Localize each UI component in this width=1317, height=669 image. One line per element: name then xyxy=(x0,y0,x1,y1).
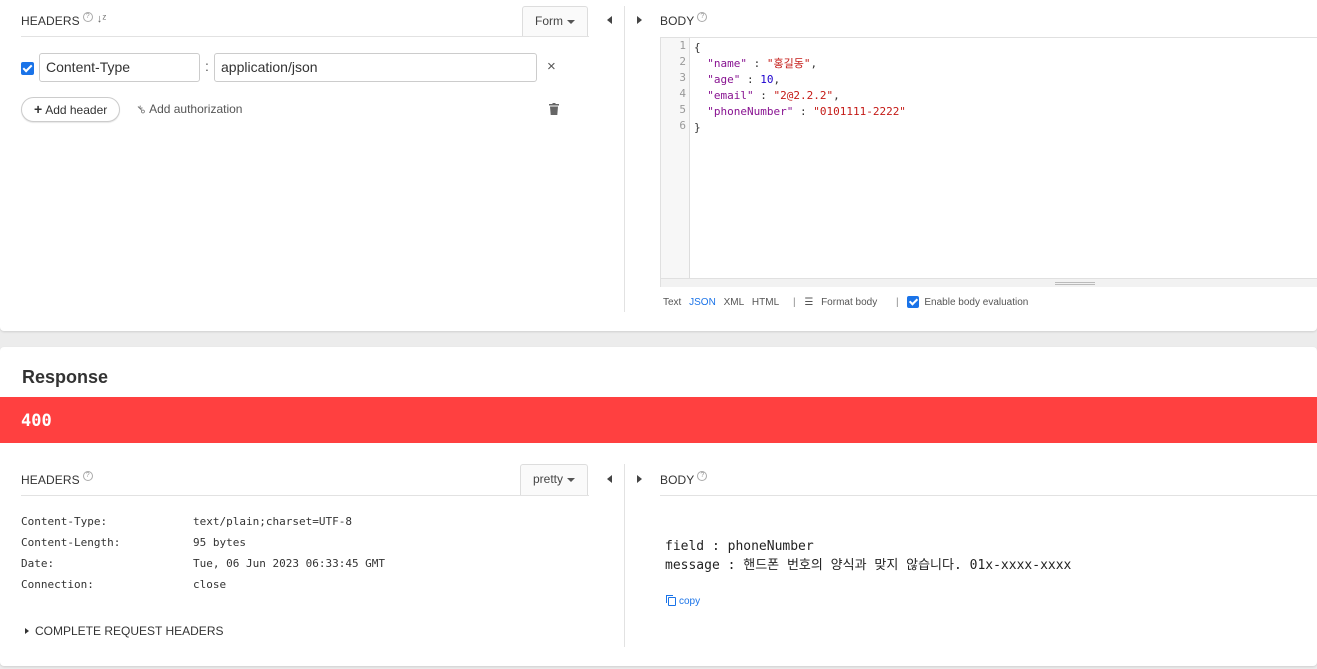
expand-right-icon[interactable] xyxy=(637,16,642,24)
line-number-gutter: 1 2 3 4 5 6 xyxy=(661,38,690,278)
plus-icon: + xyxy=(34,101,43,117)
request-panel: HEADERS? ↓ᶻ Form Content-Type : applicati… xyxy=(0,0,1317,331)
format-xml[interactable]: XML xyxy=(724,297,745,308)
format-text[interactable]: Text xyxy=(663,297,681,308)
copy-button[interactable]: copy xyxy=(666,594,700,607)
header-value-input[interactable]: application/json xyxy=(214,53,537,82)
divider xyxy=(660,495,1317,496)
chevron-down-icon xyxy=(567,19,575,24)
code-line: "email" : "2@2.2.2", xyxy=(707,89,840,102)
expand-right-icon[interactable] xyxy=(637,475,642,483)
line-number: 1 xyxy=(679,39,686,52)
table-row: Date: Tue, 06 Jun 2023 06:33:45 GMT xyxy=(21,557,386,570)
separator: | xyxy=(896,296,899,308)
response-headers-mode-dropdown[interactable]: pretty xyxy=(520,464,588,495)
resize-grip-icon xyxy=(1055,282,1095,285)
status-bar: 400 xyxy=(0,397,1317,443)
header-separator: : xyxy=(205,58,209,74)
table-row: Connection: close xyxy=(21,578,227,591)
table-row: Content-Type: text/plain;charset=UTF-8 xyxy=(21,515,352,528)
format-json[interactable]: JSON xyxy=(689,297,716,308)
line-number: 3 xyxy=(679,71,686,84)
format-html[interactable]: HTML xyxy=(752,297,779,308)
help-icon[interactable]: ? xyxy=(82,471,93,481)
code-line: "phoneNumber" : "0101111-2222" xyxy=(707,105,906,118)
line-number: 2 xyxy=(679,55,686,68)
body-editor[interactable]: 1 2 3 4 5 6 { "name" : "홍길동", "age" : 10… xyxy=(660,37,1317,287)
table-row: Content-Length: 95 bytes xyxy=(21,536,246,549)
header-name-input[interactable]: Content-Type xyxy=(39,53,200,82)
line-number: 6 xyxy=(679,119,686,132)
separator: | xyxy=(792,296,796,308)
code-line: "age" : 10, xyxy=(707,73,781,86)
response-body-line: message : 핸드폰 번호의 양식과 맞지 않습니다. 01x-xxxx-… xyxy=(665,558,1072,573)
divider xyxy=(21,495,589,496)
key-icon: ⚷ xyxy=(134,102,149,117)
format-lines-icon: ☰ xyxy=(804,296,814,308)
help-icon[interactable]: ? xyxy=(82,12,93,22)
enable-eval-checkbox[interactable] xyxy=(907,296,920,308)
collapse-left-icon[interactable] xyxy=(607,475,612,483)
line-number: 5 xyxy=(679,103,686,116)
response-panel: Response 400 HEADERS? pretty Content-Typ… xyxy=(0,347,1317,666)
status-code: 400 xyxy=(21,411,52,431)
response-headers-table: Content-Type: text/plain;charset=UTF-8 Co… xyxy=(21,511,385,595)
complete-request-headers-toggle[interactable]: COMPLETE REQUEST HEADERS xyxy=(25,624,223,638)
trash-icon[interactable] xyxy=(549,102,559,115)
request-headers-title: HEADERS? ↓ᶻ xyxy=(21,12,107,28)
divider xyxy=(21,36,589,37)
caret-right-icon xyxy=(25,627,29,634)
add-header-button[interactable]: + Add header xyxy=(21,97,121,122)
code-line: "name" : "홍길동", xyxy=(707,57,818,70)
code-content[interactable]: { "name" : "홍길동", "age" : 10, "email" : … xyxy=(694,40,906,136)
response-title: Response xyxy=(22,367,109,387)
sort-alpha-icon[interactable]: ↓ᶻ xyxy=(97,13,107,25)
panel-splitter[interactable] xyxy=(624,464,625,647)
add-authorization-link[interactable]: ⚷Add authorization xyxy=(134,102,242,117)
code-line: { xyxy=(694,41,701,54)
chevron-down-icon xyxy=(567,477,575,482)
response-body-title: BODY? xyxy=(660,471,708,487)
response-headers-title: HEADERS? xyxy=(21,471,93,487)
panel-splitter[interactable] xyxy=(624,6,625,312)
enable-body-evaluation[interactable]: Enable body evaluation xyxy=(907,296,1033,308)
help-icon[interactable]: ? xyxy=(697,471,708,481)
code-line: } xyxy=(694,121,701,134)
body-format-toolbar: Text JSON XML HTML | ☰ Format body | Ena… xyxy=(663,296,1038,308)
collapse-left-icon[interactable] xyxy=(607,16,612,24)
line-number: 4 xyxy=(679,87,686,100)
remove-header-icon[interactable]: × xyxy=(547,58,556,75)
format-body-button[interactable]: ☰ Format body xyxy=(804,297,882,308)
headers-mode-dropdown[interactable]: Form xyxy=(522,6,588,37)
copy-icon xyxy=(666,594,676,606)
header-enabled-checkbox[interactable] xyxy=(21,62,34,75)
editor-resize-handle[interactable] xyxy=(661,278,1317,287)
response-body-content[interactable]: field : phoneNumber message : 핸드폰 번호의 양식… xyxy=(665,537,1071,575)
help-icon[interactable]: ? xyxy=(697,12,708,22)
response-body-line: field : phoneNumber xyxy=(665,539,814,554)
request-body-title: BODY? xyxy=(660,12,708,28)
